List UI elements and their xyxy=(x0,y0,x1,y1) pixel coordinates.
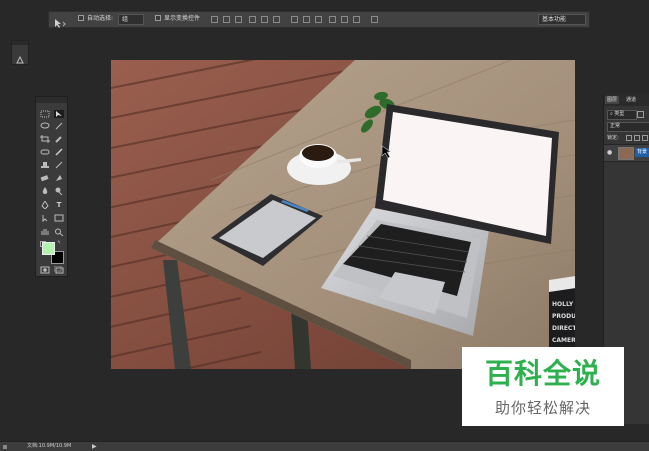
gradient-tool-icon[interactable] xyxy=(54,174,64,182)
rectangle-tool-icon[interactable] xyxy=(54,214,64,222)
document-size[interactable]: 文档:10.9M/10.9M xyxy=(27,442,71,451)
align-right-icon[interactable] xyxy=(273,16,280,23)
toolbox: T ··· ↰ xyxy=(35,96,68,277)
layer-row[interactable]: ● 背景 xyxy=(604,144,649,162)
align-hcenter-icon[interactable] xyxy=(261,16,268,23)
eyedropper-tool-icon[interactable] xyxy=(54,135,64,143)
tab-layers[interactable]: 图层 xyxy=(605,96,620,104)
dodge-tool-icon[interactable] xyxy=(54,187,64,195)
swap-colors-icon[interactable]: ↰ xyxy=(57,241,62,246)
align-left-icon[interactable] xyxy=(249,16,256,23)
show-transform-label: 显示变换控件 xyxy=(164,15,201,22)
status-menu-arrow-icon[interactable]: ▶ xyxy=(92,443,97,450)
lock-all-icon[interactable] xyxy=(642,135,648,141)
auto-align-icon[interactable] xyxy=(371,16,378,23)
distribute-top-icon[interactable] xyxy=(291,16,298,23)
quick-select-tool-icon[interactable] xyxy=(54,122,64,130)
history-mini-panel xyxy=(11,40,29,65)
svg-text:CAMERA: CAMERA xyxy=(552,337,575,344)
svg-text:DIRECT: DIRECT xyxy=(552,325,575,332)
watermark-subtitle: 助你轻松解决 xyxy=(494,399,591,417)
document-canvas[interactable]: HOLLY PRODUC DIRECT CAMERA DATE xyxy=(111,60,575,369)
distribute-bottom-icon[interactable] xyxy=(315,16,322,23)
history-brush-icon[interactable] xyxy=(15,50,25,69)
tab-channels[interactable]: 通道 xyxy=(624,96,638,104)
svg-text:HOLLY: HOLLY xyxy=(552,301,574,308)
filter-pixel-icon[interactable] xyxy=(637,111,644,118)
blend-mode-value: 正常 xyxy=(610,123,621,129)
zoom-tool-icon[interactable] xyxy=(54,228,64,236)
move-tool-icon[interactable] xyxy=(54,110,64,118)
zoom-indicator[interactable] xyxy=(3,445,7,449)
auto-select-checkbox[interactable] xyxy=(78,15,84,21)
blend-mode-dropdown[interactable]: 正常 xyxy=(607,122,649,132)
marquee-tool-icon[interactable] xyxy=(40,110,50,118)
options-bar: 自动选择: 组 显示变换控件 基本功能 xyxy=(48,11,590,28)
watermark-title: 百科全说 xyxy=(484,357,601,390)
foreground-color-swatch[interactable] xyxy=(42,242,55,255)
svg-text:PRODUC: PRODUC xyxy=(552,313,575,320)
pen-tool-icon[interactable] xyxy=(40,201,50,209)
align-vcenter-icon[interactable] xyxy=(223,16,230,23)
show-transform-checkbox[interactable] xyxy=(155,15,161,21)
lock-label: 锁定: xyxy=(607,135,619,141)
brush-tool-icon[interactable] xyxy=(54,148,64,156)
distribute-left-icon[interactable] xyxy=(329,16,336,23)
watermark-logo: 百科全说 助你轻松解决 xyxy=(462,347,624,426)
eraser-tool-icon[interactable] xyxy=(40,174,50,182)
toolbox-header[interactable] xyxy=(36,97,67,103)
layer-thumbnail xyxy=(618,147,634,160)
search-icon: ⌕ xyxy=(610,111,613,117)
distribute-right-icon[interactable] xyxy=(353,16,360,23)
workspace-dropdown[interactable]: 基本功能 xyxy=(538,14,586,25)
layer-filter-dropdown[interactable]: ⌕ 类型 xyxy=(607,110,637,120)
mini-panel-header[interactable] xyxy=(12,41,28,45)
history-brush-tool-icon[interactable] xyxy=(54,161,64,169)
eye-icon[interactable]: ● xyxy=(607,149,612,156)
healing-brush-tool-icon[interactable] xyxy=(40,148,50,156)
layer-filter-value: 类型 xyxy=(614,111,625,117)
path-select-tool-icon[interactable] xyxy=(40,214,50,222)
lock-image-icon[interactable] xyxy=(634,135,640,141)
lasso-tool-icon[interactable] xyxy=(40,122,50,130)
crop-tool-icon[interactable] xyxy=(40,135,50,143)
auto-select-label: 自动选择: xyxy=(87,15,114,22)
hand-tool-icon[interactable] xyxy=(40,228,50,236)
screen-mode-icon[interactable] xyxy=(54,266,64,274)
quick-mask-icon[interactable] xyxy=(40,266,50,274)
blur-tool-icon[interactable] xyxy=(40,187,50,195)
distribute-hcenter-icon[interactable] xyxy=(341,16,348,23)
status-bar: 文档:10.9M/10.9M ▶ xyxy=(0,441,649,451)
layer-name[interactable]: 背景 xyxy=(635,148,649,157)
canvas-image: HOLLY PRODUC DIRECT CAMERA DATE xyxy=(111,60,575,369)
type-tool-icon[interactable]: T xyxy=(54,201,64,209)
align-top-icon[interactable] xyxy=(211,16,218,23)
auto-select-value: 组 xyxy=(122,16,129,23)
align-bottom-icon[interactable] xyxy=(235,16,242,23)
clone-stamp-tool-icon[interactable] xyxy=(40,161,50,169)
workspace-value: 基本功能 xyxy=(542,16,567,23)
distribute-vcenter-icon[interactable] xyxy=(303,16,310,23)
auto-select-dropdown[interactable]: 组 xyxy=(118,14,144,25)
lock-transparent-icon[interactable] xyxy=(626,135,632,141)
move-tool-icon[interactable] xyxy=(53,14,67,28)
